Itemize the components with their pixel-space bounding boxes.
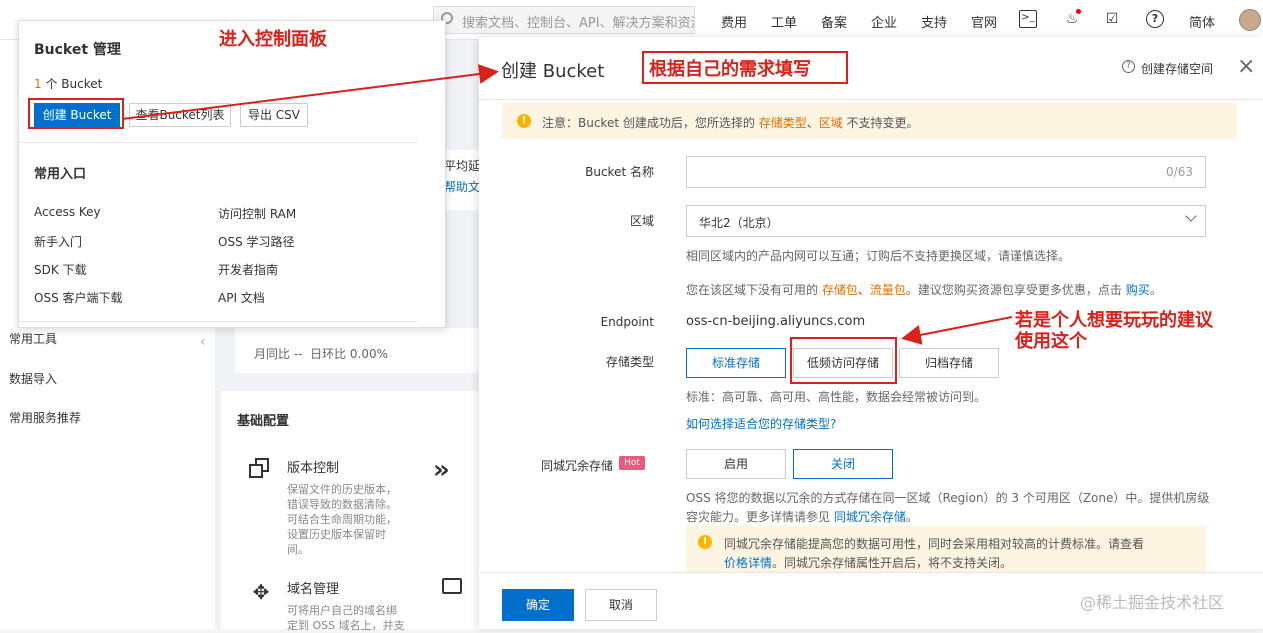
region-value: 华北2（北京） [699,216,779,230]
redundancy-label: 同城冗余存储 [541,459,614,473]
search-input[interactable]: 搜索文档、控制台、API、解决方案和资源 [433,6,695,34]
redundancy-notice: ! 同城冗余存储能提高您的数据可用性，同时会采用相对较高的计费标准。请查看 价格… [686,526,1206,572]
chevron-down-icon [1185,210,1197,222]
nav-fees[interactable]: 费用 [721,12,747,31]
region-help: 相同区域内的产品内网可以互通；订购后不支持更换区域，请谨慎选择。 [686,249,1071,263]
terminal-icon[interactable]: >_ [1019,10,1037,28]
help-link[interactable]: 创建存储空间 [1141,60,1213,77]
warning-icon: ! [698,535,712,549]
warning-icon: ! [517,114,531,128]
bucket-count-number: 1 [34,77,42,91]
price-link[interactable]: 价格详情 [724,556,772,570]
help-icon[interactable]: ? [1146,10,1164,28]
region-label: 区域 [629,214,654,228]
hot-badge: Hot [619,456,645,470]
sidebar-item-import[interactable]: 数据导入 [9,370,57,387]
entry-client[interactable]: OSS 客户端下载 [34,289,123,306]
confirm-button[interactable]: 确定 [502,589,574,621]
nav-icp[interactable]: 备案 [821,12,847,31]
divider [19,142,417,143]
sidebar-item-services[interactable]: 常用服务推荐 [9,409,81,426]
annotation-fill: 根据自己的需求填写 [649,59,811,80]
entry-dev-guide[interactable]: 开发者指南 [218,261,278,278]
entry-ram[interactable]: 访问控制 RAM [218,205,296,222]
storage-archive-option[interactable]: 归档存储 [899,348,999,378]
versions-icon [249,458,271,480]
cancel-button[interactable]: 取消 [585,589,657,621]
bucket-name-input[interactable]: 0/63 [686,156,1206,188]
redundancy-enable-option[interactable]: 启用 [686,449,786,479]
annotation-suggest: 若是个人想要玩玩的建议 使用这个 [1015,310,1213,352]
language-switch[interactable]: 简体 [1189,12,1215,31]
entry-getting-started[interactable]: 新手入门 [34,233,82,250]
nav-enterprise[interactable]: 企业 [871,12,897,31]
domain-title[interactable]: 域名管理 [287,578,339,597]
divider [479,572,1263,573]
storage-choose-link[interactable]: 如何选择适合您的存储类型? [686,415,836,432]
divider [479,99,1263,100]
bucket-name-label: Bucket 名称 [585,165,654,179]
nav-website[interactable]: 官网 [971,12,997,31]
buy-link[interactable]: 购买 [1126,283,1150,297]
bucket-count: 1 个 Bucket [34,75,102,92]
config-title: 基础配置 [237,414,290,429]
console-icon[interactable] [442,578,462,594]
cart-icon[interactable]: ☑ [1103,10,1121,28]
help-link-peek[interactable]: 帮助文 [444,178,480,195]
double-chevron-icon[interactable]: » [433,455,450,485]
storage-help: 标准：高可靠、高可用、高性能，数据会经常被访问到。 [686,390,987,404]
entry-learning[interactable]: OSS 学习路径 [218,233,295,250]
export-csv-button[interactable]: 导出 CSV [240,103,308,127]
name-counter: 0/63 [1166,165,1193,179]
region-help-packages: 您在该区域下没有可用的 存储包、流量包。建议您购买资源包享受更多优惠，点击 购买… [686,283,1162,297]
watermark: @稀土掘金技术社区 [1080,593,1225,612]
nav-tickets[interactable]: 工单 [771,12,797,31]
notice-text: 注意：Bucket 创建成功后，您所选择的 存储类型、区域 不支持变更。 [542,116,919,130]
endpoint-value: oss-cn-beijing.aliyuncs.com [686,314,866,329]
annotation-enter-panel: 进入控制面板 [219,29,327,50]
question-icon: ? [1122,60,1135,73]
endpoint-label: Endpoint [600,315,654,329]
domain-icon: ✥ [252,580,270,604]
stat-compare: 月同比 -- 日环比 0.00% [254,347,389,361]
notice-banner: ! 注意：Bucket 创建成功后，您所选择的 存储类型、区域 不支持变更。 [502,103,1237,139]
redundancy-help-more: 容灾能力。更多详情请参见 同城冗余存储。 [686,510,918,524]
bucket-count-text: 个 Bucket [41,77,103,91]
highlight-box [28,98,124,129]
redundancy-disable-option[interactable]: 关闭 [793,449,893,479]
bucket-list-button[interactable]: 查看Bucket列表 [129,103,231,127]
region-select[interactable]: 华北2（北京） [686,205,1206,237]
bucket-manage-panel: Bucket 管理 1 个 Bucket 创建 Bucket 查看Bucket列… [18,20,446,328]
storage-class-label: 存储类型 [605,355,654,369]
entry-access-key[interactable]: Access Key [34,205,101,219]
redundancy-notice-text-2: 价格详情。同城冗余存储属性开启后，将不支持关闭。 [724,556,1013,570]
panel-title: Bucket 管理 [34,42,121,58]
stat-peek: 平均延 [444,159,481,173]
redundancy-doc-link[interactable]: 同城冗余存储 [834,510,906,524]
collapse-icon[interactable]: ‹ [200,334,206,350]
nav-support[interactable]: 支持 [921,12,947,31]
redundancy-notice-text: 同城冗余存储能提高您的数据可用性，同时会采用相对较高的计费标准。请查看 [724,537,1145,551]
sidebar-item-tools[interactable]: 常用工具 [9,330,57,347]
drawer-title: 创建 Bucket [501,61,605,82]
avatar[interactable] [1239,9,1261,31]
entry-api[interactable]: API 文档 [218,289,265,306]
divider [19,321,417,322]
notification-dot [1076,9,1081,14]
close-icon[interactable]: × [1237,56,1255,78]
version-title[interactable]: 版本控制 [287,457,339,476]
version-desc: 保留文件的历史版本，错误导致的数据清除。可结合生命周期功能，设置历史版本保留时间… [287,483,397,556]
highlight-box [790,337,897,384]
storage-standard-option[interactable]: 标准存储 [686,348,786,378]
redundancy-help: OSS 将您的数据以冗余的方式存储在同一区域（Region）的 3 个可用区（Z… [686,491,1210,505]
entry-sdk[interactable]: SDK 下载 [34,261,87,278]
entry-title: 常用入口 [34,167,87,182]
